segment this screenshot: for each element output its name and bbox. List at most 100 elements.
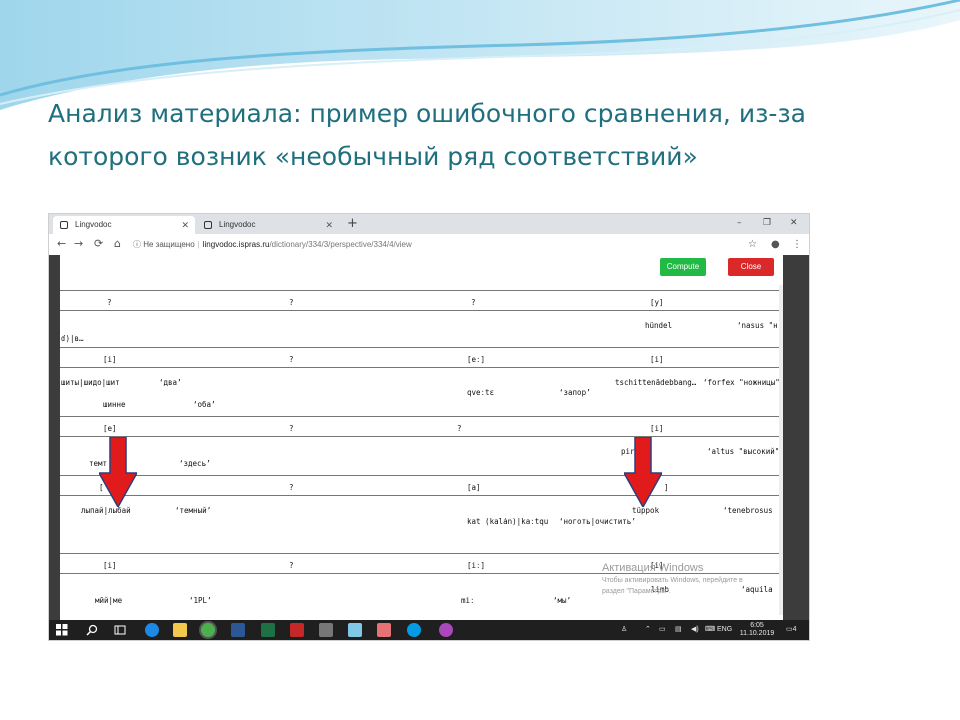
table-cell: шиты|шидо|шит [61, 378, 120, 387]
browser-tab-active[interactable]: Lingvodoc ✕ [53, 216, 195, 234]
language-indicator[interactable]: ENG [717, 620, 732, 640]
activation-watermark-line: Чтобы активировать Windows, перейдите в [602, 577, 743, 584]
table-cell: ? [289, 483, 294, 492]
table-cell: ? [289, 561, 294, 570]
reload-icon[interactable]: ⟳ [94, 236, 103, 252]
table-cell: ? [289, 424, 294, 433]
forward-icon[interactable]: → [74, 236, 83, 252]
clock-time: 6:05 [750, 622, 764, 629]
tray-chevron-icon[interactable]: ⌃ [645, 620, 651, 640]
table-cell: шинне [103, 400, 126, 409]
account-icon[interactable]: ● [771, 237, 780, 252]
search-icon[interactable] [85, 623, 99, 637]
url-path: /dictionary/334/3/perspective/334/4/view [269, 240, 412, 249]
row-separator [60, 416, 779, 417]
lingvodoc-favicon-icon [204, 221, 212, 229]
annotation-arrow-down-icon [624, 437, 662, 507]
modal-backdrop-right [783, 255, 809, 620]
skype-icon[interactable] [407, 623, 421, 637]
keyboard-icon[interactable]: ⌨ [705, 620, 715, 640]
table-cell: ‘1PL’ [189, 596, 212, 605]
network-icon[interactable]: ▤ [675, 620, 682, 640]
compute-button[interactable]: Compute [660, 258, 706, 276]
table-cell: ‘nasus "н [737, 321, 778, 330]
table-cell: [eː] [467, 355, 486, 364]
file-explorer-icon[interactable] [173, 623, 187, 637]
task-view-icon[interactable] [113, 623, 127, 637]
calculator-icon[interactable] [319, 623, 333, 637]
notification-center-icon[interactable]: ▭4 [786, 620, 797, 640]
table-cell: hündel [645, 321, 673, 330]
row-separator [60, 436, 779, 437]
close-button[interactable]: Close [728, 258, 774, 276]
table-cell: лыпай|лыбай [81, 506, 131, 515]
new-tab-button[interactable]: + [347, 215, 358, 233]
row-separator [60, 553, 779, 554]
taskbar-clock[interactable]: 6:05 11.10.2019 [737, 622, 777, 638]
bookmark-star-icon[interactable]: ☆ [748, 237, 757, 252]
slide-title-line-1: Анализ материала: пример ошибочного срав… [48, 99, 806, 128]
maximize-icon[interactable]: ❐ [763, 214, 771, 232]
table-cell: ‘два’ [159, 378, 182, 387]
close-tab-icon[interactable]: ✕ [181, 216, 189, 234]
activation-watermark-title: Активация Windows [602, 562, 704, 574]
table-cell: ‘мы’ [553, 596, 572, 605]
scrollbar[interactable] [779, 285, 783, 615]
edge-icon[interactable] [145, 623, 159, 637]
browser-tab-inactive[interactable]: Lingvodoc ✕ [197, 216, 339, 234]
table-cell: miː [461, 596, 475, 605]
table-cell: ] [664, 483, 669, 492]
table-cell: tüppok [632, 506, 660, 515]
windows-start-icon[interactable] [55, 623, 69, 637]
row-separator [60, 367, 779, 368]
table-cell: [iː] [467, 561, 486, 570]
modal-backdrop-left [49, 255, 60, 620]
excel-icon[interactable] [261, 623, 275, 637]
table-cell: ‘оба’ [193, 400, 216, 409]
activation-watermark-line: раздел "Параметры". [602, 588, 671, 595]
table-cell: [y] [650, 298, 664, 307]
menu-icon[interactable]: ⋮ [792, 237, 802, 252]
app-red-icon[interactable] [290, 623, 304, 637]
url-field[interactable]: ⓘ Не защищено | lingvodoc.ispras.ru/dictio… [133, 237, 733, 252]
row-separator [60, 310, 779, 311]
row-separator [60, 290, 779, 291]
table-cell: [i] [103, 561, 117, 570]
clock-date: 11.10.2019 [739, 630, 775, 637]
notification-count: 4 [792, 626, 797, 633]
table-cell: ‘tenebrosus [723, 506, 773, 515]
close-window-icon[interactable]: ✕ [790, 214, 798, 232]
table-cell: [a] [467, 483, 481, 492]
back-icon[interactable]: ← [57, 236, 66, 252]
row-separator [60, 475, 779, 476]
table-cell: ? [289, 298, 294, 307]
table-cell: [i] [103, 355, 117, 364]
chrome-icon[interactable] [201, 623, 215, 637]
browser-address-bar: ← → ⟳ ⌂ ⓘ Не защищено | lingvodoc.ispras.r… [49, 234, 809, 256]
close-tab-icon[interactable]: ✕ [325, 216, 333, 234]
table-cell: ? [457, 424, 462, 433]
table-cell: ‘aquila [741, 585, 773, 594]
row-separator [60, 495, 779, 496]
table-cell: ? [471, 298, 476, 307]
table-cell: tschittenädebbang… [615, 378, 697, 387]
table-cell: ‘ноготь|очистить’ [559, 517, 636, 526]
people-icon[interactable]: ♙ [621, 620, 627, 640]
home-icon[interactable]: ⌂ [114, 236, 121, 252]
volume-icon[interactable]: ◀) [691, 620, 699, 640]
app-pink-icon[interactable] [377, 623, 391, 637]
app-blue-icon[interactable] [348, 623, 362, 637]
table-cell: мӣй|ме [95, 596, 123, 605]
tab-label: Lingvodoc [219, 220, 256, 229]
table-cell: [e] [103, 424, 117, 433]
table-cell: ? [289, 355, 294, 364]
word-icon[interactable] [231, 623, 245, 637]
tray-app-icon[interactable]: ▭ [659, 620, 666, 640]
slide-title-line-2: которого возник «необычный ряд соответст… [48, 142, 698, 171]
url-host: lingvodoc.ispras.ru [202, 240, 270, 249]
minimize-icon[interactable]: – [737, 214, 742, 232]
browser-tab-bar: Lingvodoc ✕ Lingvodoc ✕ + – ❐ ✕ [49, 214, 809, 234]
security-indicator[interactable]: ⓘ Не защищено [133, 240, 195, 249]
table-cell: qveːtɛ [467, 388, 495, 397]
app-purple-icon[interactable] [439, 623, 453, 637]
